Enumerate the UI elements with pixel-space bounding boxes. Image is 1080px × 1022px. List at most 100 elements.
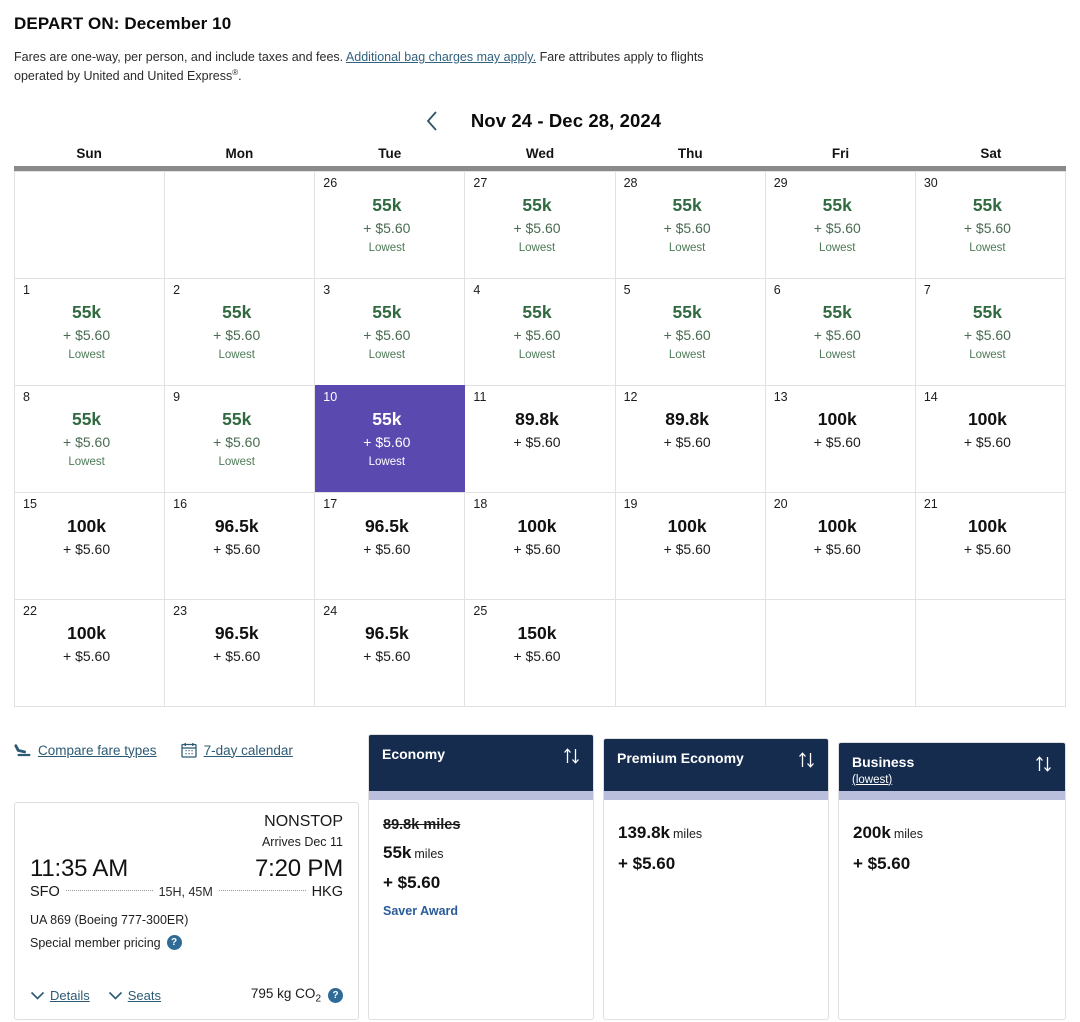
calendar-day-cell[interactable]: 13 100k + $5.60 xyxy=(765,384,916,492)
calendar-cell-empty xyxy=(15,170,166,278)
day-fee: + $5.60 xyxy=(63,434,111,451)
page-title: DEPART ON: December 10 xyxy=(14,0,1066,34)
calendar-day-cell[interactable]: 18 100k + $5.60 xyxy=(465,491,616,599)
fare-card-body-economy: 89.8k miles55kmiles+ $5.60Saver AwardUni… xyxy=(369,800,593,1019)
calendar-day-cell[interactable]: 10 55k + $5.60 Lowest xyxy=(315,384,466,492)
sort-updown-icon[interactable] xyxy=(1035,755,1052,778)
day-number: 7 xyxy=(923,282,931,297)
day-number: 13 xyxy=(773,389,788,404)
fare-card-header-business[interactable]: Business (lowest) xyxy=(839,743,1065,791)
day-price-stack: 100k + $5.60 xyxy=(624,516,757,560)
fare-subtitle[interactable]: (lowest) xyxy=(852,774,914,786)
day-number: 21 xyxy=(923,496,938,511)
day-price-stack: 100k + $5.60 xyxy=(473,516,606,560)
day-miles: 100k xyxy=(67,516,107,537)
calendar-day-cell[interactable]: 6 55k + $5.60 Lowest xyxy=(765,277,916,385)
calendar-day-cell[interactable]: 14 100k + $5.60 xyxy=(915,384,1066,492)
chevron-left-icon[interactable] xyxy=(419,108,445,134)
calendar-day-cell[interactable]: 12 89.8k + $5.60 xyxy=(615,384,766,492)
lowest-badge: Lowest xyxy=(969,241,1006,254)
calendar-navigation: Nov 24 - Dec 28, 2024 xyxy=(14,104,1066,138)
details-toggle[interactable]: Details xyxy=(30,987,90,1005)
calendar-day-cell[interactable]: 21 100k + $5.60 xyxy=(915,491,1066,599)
calendar-day-cell[interactable]: 5 55k + $5.60 Lowest xyxy=(615,277,766,385)
day-price-stack: 100k + $5.60 xyxy=(924,516,1057,560)
calendar-day-cell[interactable]: 17 96.5k + $5.60 xyxy=(315,491,466,599)
day-miles: 55k xyxy=(972,302,1003,323)
day-number: 24 xyxy=(323,603,338,618)
day-price-stack: 100k + $5.60 xyxy=(774,516,907,560)
arrive-time: 7:20 PM xyxy=(255,855,343,882)
calendar-day-cell[interactable]: 29 55k + $5.60 Lowest xyxy=(765,170,916,278)
day-of-week-wed: Wed xyxy=(525,145,555,161)
calendar-day-cell[interactable]: 1 55k + $5.60 Lowest xyxy=(15,277,166,385)
day-fee: + $5.60 xyxy=(963,327,1011,344)
route-line-left xyxy=(65,889,153,891)
lowest-badge: Lowest xyxy=(518,241,556,254)
depart-on-label: DEPART ON: xyxy=(14,14,120,33)
day-number: 9 xyxy=(173,389,181,404)
calendar-day-cell[interactable]: 4 55k + $5.60 Lowest xyxy=(465,277,616,385)
fare-miles-line: 55k miles xyxy=(383,842,579,865)
calendar-icon xyxy=(180,742,197,758)
calendar-day-cell[interactable]: 24 96.5k + $5.60 xyxy=(315,598,466,706)
day-price-stack: 55k + $5.60 Lowest xyxy=(624,302,757,364)
chevron-down-icon-details xyxy=(30,987,45,1005)
sort-updown-icon[interactable] xyxy=(798,751,815,774)
fare-card-business[interactable]: Business (lowest) 200kmiles+ $5.60United P… xyxy=(838,742,1066,1020)
day-price-stack: 96.5k + $5.60 xyxy=(323,516,456,560)
calendar-day-cell[interactable]: 22 100k + $5.60 xyxy=(15,598,166,706)
calendar-day-cell[interactable]: 27 55k + $5.60 Lowest xyxy=(465,170,616,278)
fare-original-price: 89.8k miles xyxy=(383,817,461,833)
lowest-badge: Lowest xyxy=(368,348,406,361)
calendar-day-cell[interactable]: 11 89.8k + $5.60 xyxy=(465,384,616,492)
fare-card-header-premium[interactable]: Premium Economy xyxy=(604,739,828,791)
calendar-day-cell[interactable]: 7 55k + $5.60 Lowest xyxy=(915,277,1066,385)
day-fee: + $5.60 xyxy=(363,648,411,665)
fare-card-economy[interactable]: Economy 89.8k miles 55k miles + $5.60 Saver A… xyxy=(368,734,594,1020)
fare-card-header-economy[interactable]: Economy xyxy=(369,735,593,791)
day-fee: + $5.60 xyxy=(963,434,1011,451)
calendar-day-cell[interactable]: 30 55k + $5.60 Lowest xyxy=(915,170,1066,278)
sort-updown-icon[interactable] xyxy=(563,747,580,770)
fare-miles-unit: miles xyxy=(673,827,703,841)
day-miles: 100k xyxy=(967,409,1007,430)
calendar-day-cell[interactable]: 16 96.5k + $5.60 xyxy=(165,491,316,599)
day-miles: 55k xyxy=(222,302,252,323)
day-fee: + $5.60 xyxy=(813,541,861,558)
calendar-day-cell[interactable]: 20 100k + $5.60 xyxy=(765,491,916,599)
additional-bag-charges-link[interactable]: Additional bag charges may apply. xyxy=(346,50,536,64)
calendar-day-cell[interactable]: 9 55k + $5.60 Lowest xyxy=(165,384,316,492)
day-number: 29 xyxy=(773,175,788,190)
day-miles: 55k xyxy=(672,195,702,216)
calendar-day-cell[interactable]: 2 55k + $5.60 Lowest xyxy=(165,277,316,385)
calendar-day-cell[interactable]: 8 55k + $5.60 Lowest xyxy=(15,384,166,492)
calendar-day-cell[interactable]: 19 100k + $5.60 xyxy=(615,491,766,599)
fare-card-premium[interactable]: Premium Economy139.8kmiles+ $5.60United … xyxy=(603,738,829,1020)
calendar-day-cell[interactable]: 3 55k + $5.60 Lowest xyxy=(315,277,466,385)
calendar-day-cell[interactable]: 25 150k + $5.60 xyxy=(465,598,616,706)
day-price-stack: 55k + $5.60 Lowest xyxy=(924,302,1057,364)
help-icon-co2[interactable]: ? xyxy=(328,988,343,1004)
calendar-day-cell[interactable]: 15 100k + $5.60 xyxy=(15,491,166,599)
day-price-stack: 100k + $5.60 xyxy=(23,623,156,667)
co2-emissions: 795 kg CO2 ? xyxy=(251,986,343,1005)
fare-card-body-business: 200kmiles+ $5.60United Polaris business … xyxy=(839,800,1065,1019)
seats-label: Seats xyxy=(127,988,161,1004)
day-price-stack: 55k + $5.60 Lowest xyxy=(173,409,306,471)
flight-result-card[interactable]: NONSTOP Arrives Dec 11 11:35 AM 7:20 PM … xyxy=(14,802,359,1020)
help-icon-pricing[interactable]: ? xyxy=(166,935,182,950)
lowest-badge: Lowest xyxy=(68,455,105,468)
day-number: 30 xyxy=(923,175,938,190)
compare-fare-types-link[interactable]: Compare fare types xyxy=(14,743,157,758)
calendar-day-cell[interactable]: 28 55k + $5.60 Lowest xyxy=(615,170,766,278)
seats-toggle[interactable]: Seats xyxy=(108,987,161,1005)
fare-title-block: Premium Economy xyxy=(617,750,744,768)
fare-title: Business xyxy=(852,754,915,770)
calendar-day-cell[interactable]: 23 96.5k + $5.60 xyxy=(165,598,316,706)
flight-card-footer: Details Seats 795 kg CO2 ? xyxy=(30,986,343,1005)
seven-day-calendar-link[interactable]: 7-day calendar xyxy=(180,742,293,758)
day-fee: + $5.60 xyxy=(213,648,261,665)
day-fee: + $5.60 xyxy=(513,541,561,558)
calendar-day-cell[interactable]: 26 55k + $5.60 Lowest xyxy=(315,170,466,278)
